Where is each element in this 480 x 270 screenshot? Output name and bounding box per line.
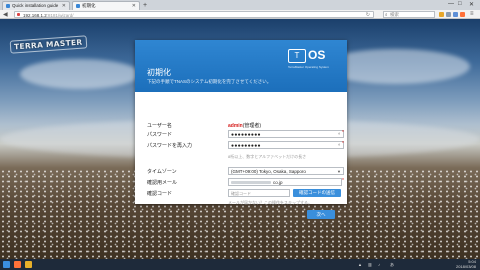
username-value: admin(管理者)	[228, 123, 262, 129]
verification-code-field[interactable]: 確認コード	[228, 189, 290, 197]
library-icon[interactable]	[446, 11, 451, 17]
firefox-icon[interactable]	[14, 261, 21, 268]
skip-link[interactable]: メールが届かない？この操作をスキップする。	[228, 200, 312, 206]
search-icon: ⌕	[385, 12, 388, 17]
show-password-icon[interactable]: ◐	[338, 142, 341, 148]
page-favicon-icon	[6, 4, 10, 8]
volume-icon[interactable]: ♪	[378, 262, 380, 267]
chevron-down-icon: ▼	[337, 169, 341, 174]
dialog-subtitle: 下記の手順でTNASのシステム初期化を完了させてください。	[147, 79, 272, 84]
timezone-select[interactable]: (GMT+09:00) Tokyo, Osaka, Sapporo ▼	[228, 167, 344, 175]
tos-logo-icon: T	[288, 49, 306, 63]
tab-quick-installation-guide[interactable]: Quick installation guide ✕	[2, 1, 70, 10]
menu-icon[interactable]: ≡	[470, 11, 474, 17]
password-field[interactable]: ●●●●●●●●● ◐	[228, 130, 344, 138]
initialization-dialog: T OS TerraMaster Operating System 初期化 下記…	[135, 40, 347, 219]
close-icon[interactable]: ✕	[132, 3, 136, 9]
send-code-button[interactable]: 確認コードの送信	[293, 189, 341, 197]
email-field[interactable]: co.jp	[228, 178, 342, 186]
download-icon[interactable]	[453, 11, 458, 17]
windows-taskbar: ▲ ▥ ♪ あ 5:04 2018/03/08	[0, 259, 480, 270]
password-confirm-field[interactable]: ●●●●●●●●● ◐	[228, 141, 344, 149]
url-text: 192.168.1.2:8181/wizard/	[23, 12, 74, 18]
redacted-email	[231, 181, 271, 184]
verification-code-label: 確認コード	[147, 191, 173, 197]
terramaster-logo: TERRA MASTER	[9, 35, 87, 54]
back-arrow-icon[interactable]: ◀	[3, 11, 8, 18]
next-button[interactable]: 次へ	[307, 210, 335, 219]
browser-tab-bar: Quick installation guide ✕ 初期化 ✕ + — □ ✕	[0, 0, 480, 10]
email-label: 確認用メール	[147, 180, 178, 186]
tos-logo-text: OS	[308, 48, 326, 62]
network-icon[interactable]: ▥	[368, 262, 372, 267]
search-input[interactable]: ⌕ 検索	[383, 11, 435, 18]
minimize-button[interactable]: —	[448, 1, 454, 7]
new-tab-button[interactable]: +	[143, 2, 147, 9]
close-window-button[interactable]: ✕	[469, 1, 474, 8]
reload-icon[interactable]: ↻	[366, 12, 370, 18]
password-hint: 8桁以上、数字とアルファベットだけの長さ	[228, 154, 307, 159]
close-icon[interactable]: ✕	[62, 3, 66, 9]
dialog-header: T OS TerraMaster Operating System 初期化 下記…	[135, 40, 347, 92]
required-mark: *	[342, 130, 344, 136]
password-confirm-label: パスワードを再入力	[147, 143, 193, 149]
username-label: ユーザー名	[147, 123, 172, 129]
maximize-button[interactable]: □	[458, 1, 462, 7]
ime-language-indicator[interactable]: あ	[390, 262, 394, 268]
home-icon[interactable]	[460, 11, 465, 17]
show-password-icon[interactable]: ◐	[338, 131, 341, 137]
required-mark: *	[342, 141, 344, 147]
insecure-lock-icon	[17, 13, 20, 16]
taskbar-clock[interactable]: 5:04 2018/03/08	[456, 259, 476, 269]
password-label: パスワード	[147, 132, 173, 138]
file-explorer-icon[interactable]	[25, 261, 32, 268]
bookmark-star-icon[interactable]	[439, 11, 444, 17]
tab-initialization[interactable]: 初期化 ✕	[72, 1, 140, 10]
tab-label: 初期化	[82, 3, 96, 8]
tos-tagline: TerraMaster Operating System	[288, 65, 329, 69]
timezone-label: タイムゾーン	[147, 169, 177, 175]
required-mark: *	[342, 178, 344, 184]
tray-chevron-icon[interactable]: ▲	[358, 262, 362, 267]
address-bar[interactable]: 192.168.1.2:8181/wizard/ ↻	[14, 11, 374, 18]
dialog-title: 初期化	[147, 68, 171, 77]
page-favicon-icon	[76, 4, 80, 8]
tab-label: Quick installation guide	[12, 3, 59, 8]
windows-start-icon[interactable]	[3, 261, 10, 268]
browser-nav-bar: ◀ 192.168.1.2:8181/wizard/ ↻ ⌕ 検索 ≡	[0, 10, 480, 19]
